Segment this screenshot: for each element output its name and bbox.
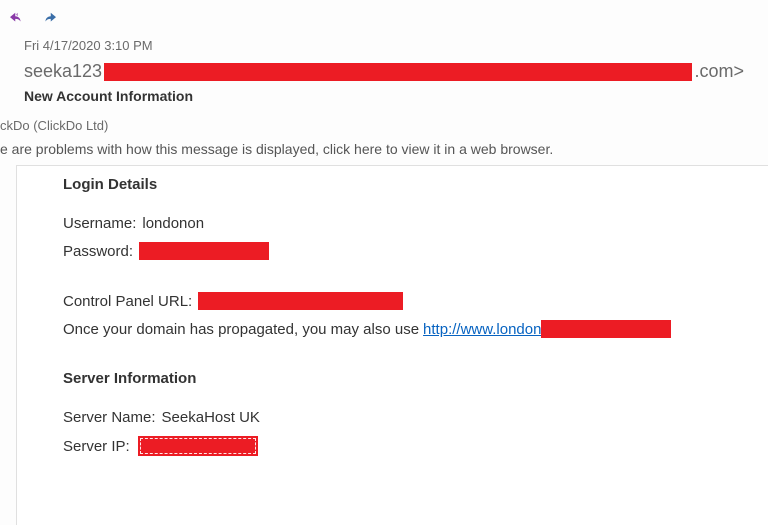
reply-all-icon <box>10 12 24 24</box>
email-from-row: seeka123 .com> <box>24 61 744 82</box>
from-suffix: .com> <box>694 61 744 82</box>
password-label: Password: <box>63 243 133 260</box>
propagated-line: Once your domain has propagated, you may… <box>63 320 758 338</box>
propagated-text: Once your domain has propagated, you may… <box>63 321 419 338</box>
forward-button[interactable]: Forward <box>42 11 60 25</box>
server-info-title: Server Information <box>63 370 758 387</box>
cpanel-line: Control Panel URL: <box>63 292 758 310</box>
from-redaction <box>104 63 692 81</box>
forward-icon <box>42 12 56 24</box>
link-redaction <box>541 320 671 338</box>
reply-all-button[interactable]: Reply All <box>10 4 28 32</box>
username-label: Username: <box>63 215 136 232</box>
propagated-link[interactable]: http://www.london <box>423 321 541 338</box>
password-redaction <box>139 242 269 260</box>
display-problem-notice[interactable]: e are problems with how this message is … <box>0 141 768 165</box>
cpanel-label: Control Panel URL: <box>63 293 192 310</box>
email-body: Login Details Username: londonon Passwor… <box>16 165 768 525</box>
from-prefix: seeka123 <box>24 61 102 82</box>
server-ip-line: Server IP: <box>63 436 758 456</box>
username-line: Username: londonon <box>63 215 758 232</box>
username-value: londonon <box>142 215 204 232</box>
server-name-line: Server Name: SeekaHost UK <box>63 409 758 426</box>
server-ip-label: Server IP: <box>63 438 130 455</box>
cpanel-redaction <box>198 292 403 310</box>
password-line: Password: <box>63 242 758 260</box>
login-details-title: Login Details <box>63 176 758 193</box>
email-header: Fri 4/17/2020 3:10 PM seeka123 .com> New… <box>0 32 768 118</box>
email-toolbar: Reply All Forward <box>0 0 768 32</box>
server-name-value: SeekaHost UK <box>162 409 260 426</box>
email-date: Fri 4/17/2020 3:10 PM <box>24 38 744 53</box>
server-ip-redaction <box>138 436 258 456</box>
server-name-label: Server Name: <box>63 409 156 426</box>
email-to: ckDo (ClickDo Ltd) <box>0 118 768 133</box>
email-subject: New Account Information <box>24 88 744 104</box>
